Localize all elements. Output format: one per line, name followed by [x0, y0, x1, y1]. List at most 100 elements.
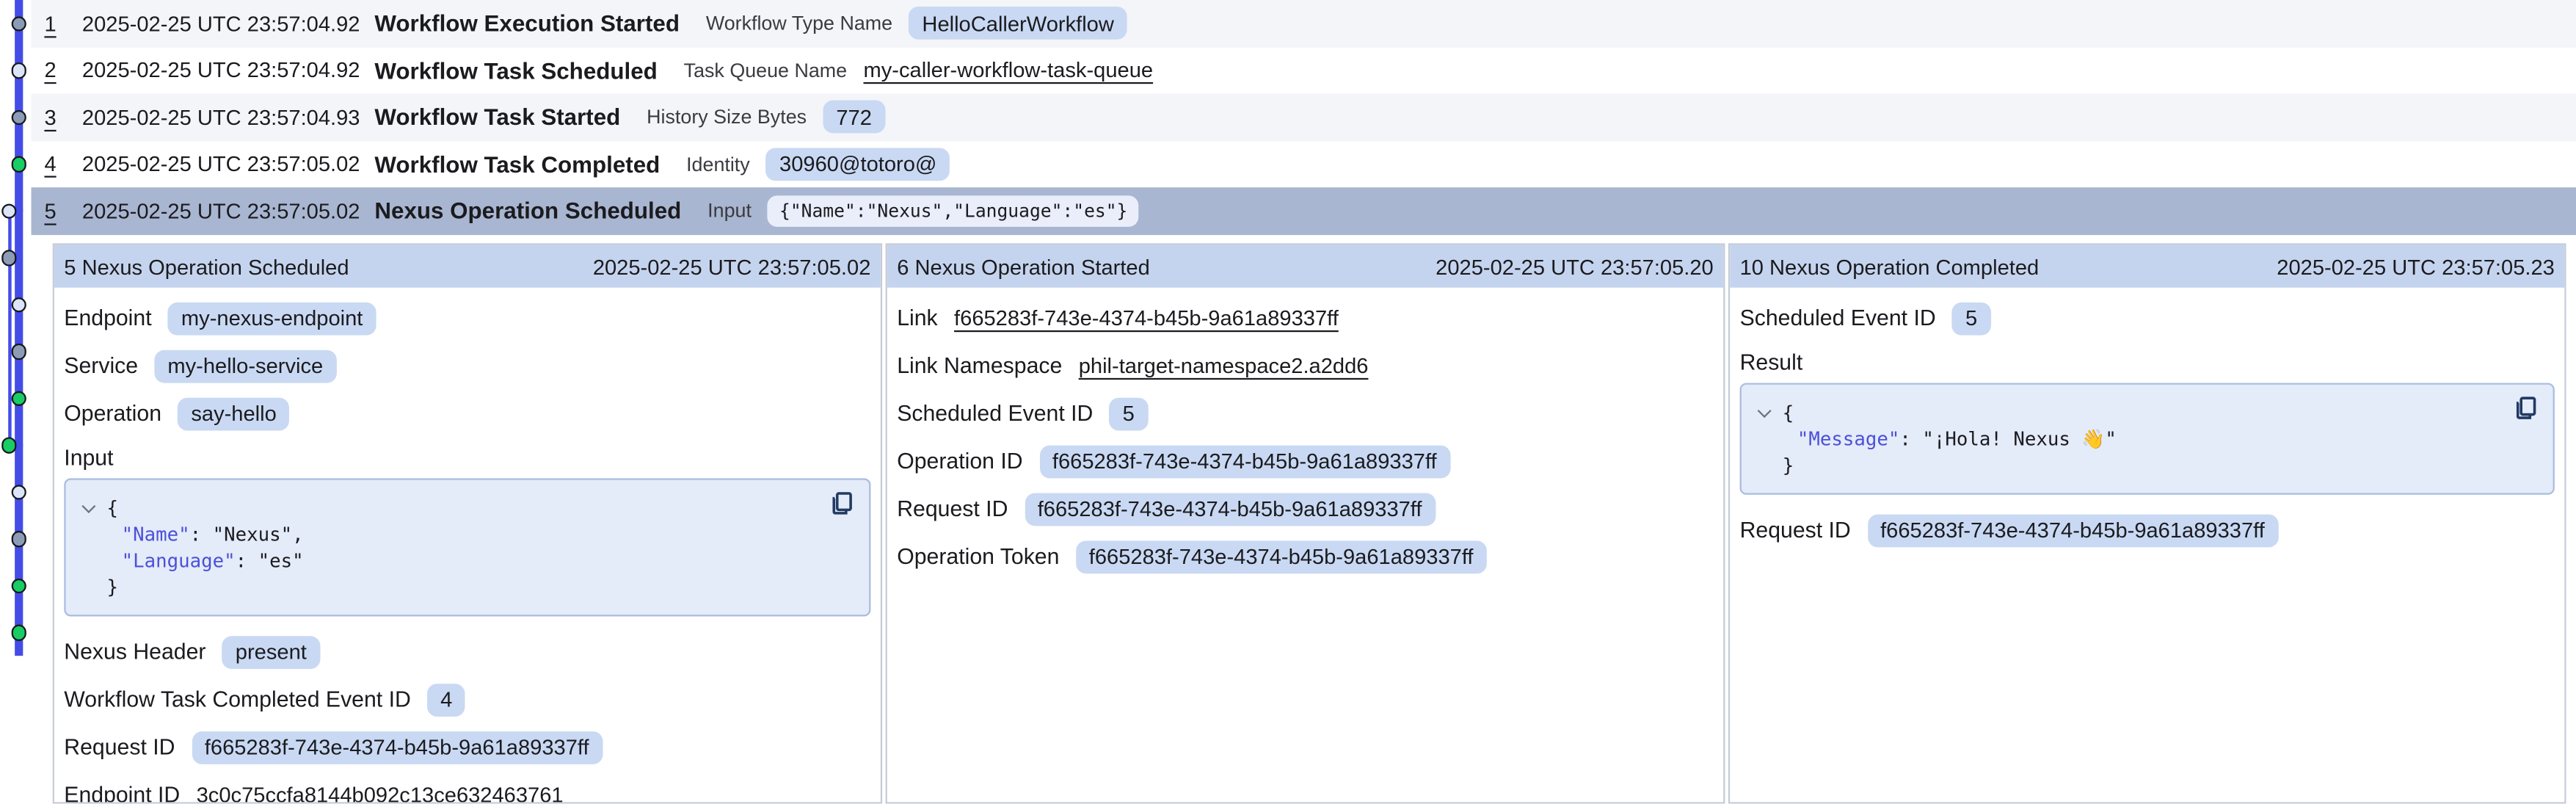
json-key: "Language": [122, 549, 236, 572]
json-code-block: {"Message": "¡Hola! Nexus 👋"}: [1740, 383, 2555, 495]
event-row[interactable]: 32025-02-25 UTC 23:57:04.93Workflow Task…: [32, 94, 2576, 141]
event-id-link[interactable]: 3: [44, 105, 67, 130]
panel-body: Scheduled Event ID 5 Result {"Message": "¡H…: [1730, 288, 2564, 548]
field-value-badge: 5: [1952, 302, 1990, 335]
panel-body: Linkf665283f-743e-4374-b45b-9a61a89337ff…: [887, 288, 1723, 573]
collapse-chevron-icon[interactable]: [81, 499, 95, 513]
event-timestamp: 2025-02-25 UTC 23:57:05.02: [82, 152, 374, 177]
code-line: "Message": "¡Hola! Nexus 👋": [1758, 426, 2536, 452]
json-key: "Name": [122, 523, 190, 546]
field-value-link[interactable]: phil-target-namespace2.a2dd6: [1079, 353, 1369, 378]
field-value-badge: my-hello-service: [154, 350, 336, 383]
detail-field-row: Request ID f665283f-743e-4374-b45b-9a61a8…: [897, 491, 1714, 526]
event-graph-timeline: [0, 0, 32, 804]
json-key: "Message": [1797, 427, 1899, 450]
copy-icon[interactable]: [828, 490, 856, 518]
event-attribute-label: Task Queue Name: [684, 59, 847, 82]
event-detail-panel-header: 6 Nexus Operation Started 2025-02-25 UTC …: [887, 245, 1723, 288]
field-label: Request ID: [64, 735, 175, 760]
event-timestamp: 2025-02-25 UTC 23:57:04.92: [82, 11, 374, 36]
event-row[interactable]: 2 2025-02-25 UTC 23:57:04.92Workflow Task…: [32, 47, 2576, 94]
event-history-view: 1 2025-02-25 UTC 23:57:04.92Workflow Exec…: [0, 0, 2576, 804]
detail-field-row: Linkf665283f-743e-4374-b45b-9a61a89337ff: [897, 301, 1714, 336]
field-label: Scheduled Event ID: [1740, 305, 1936, 330]
panel-title: 6 Nexus Operation Started: [897, 254, 1150, 279]
field-label: Workflow Task Completed Event ID: [64, 687, 411, 712]
field-label: Service: [64, 353, 138, 378]
field-label: Request ID: [897, 496, 1008, 521]
event-status-dot: [11, 109, 26, 125]
event-id-link[interactable]: 2: [44, 58, 67, 83]
field-value-link[interactable]: 3c0c75ccfa8144b092c13ce632463761: [197, 783, 564, 804]
event-timestamp: 2025-02-25 UTC 23:57:05.02: [82, 198, 374, 223]
event-attribute-label: History Size Bytes: [647, 106, 807, 128]
event-status-dot: [11, 62, 26, 78]
field-value-badge: f665283f-743e-4374-b45b-9a61a89337ff: [192, 731, 603, 764]
detail-field-row: Scheduled Event ID 5: [1740, 301, 2555, 336]
detail-field-row: Endpoint my-nexus-endpoint: [64, 301, 870, 336]
event-id-link[interactable]: 5: [44, 198, 67, 223]
panel-timestamp: 2025-02-25 UTC 23:57:05.23: [2277, 254, 2555, 279]
detail-field-row: Operation Tokenf665283f-743e-4374-b45b-9…: [897, 539, 1714, 573]
detail-field-row: Endpoint ID 3c0c75ccfa8144b092c13ce632463…: [64, 778, 870, 804]
code-line: "Language": "es": [82, 547, 853, 573]
event-status-dot: [11, 484, 26, 499]
event-name: Workflow Task Completed: [374, 151, 660, 177]
event-name: Nexus Operation Scheduled: [374, 198, 681, 224]
event-status-dot: [11, 156, 26, 172]
field-value-badge: 4: [427, 683, 465, 716]
panel-body: Endpoint my-nexus-endpoint Service my-hello…: [54, 288, 881, 804]
event-attribute-link[interactable]: my-caller-workflow-task-queue: [864, 58, 1154, 83]
panel-timestamp: 2025-02-25 UTC 23:57:05.02: [593, 254, 871, 279]
field-value-badge: f665283f-743e-4374-b45b-9a61a89337ff: [1867, 514, 2278, 547]
code-line: }: [1758, 452, 2536, 479]
field-value-badge: f665283f-743e-4374-b45b-9a61a89337ff: [1025, 492, 1436, 525]
event-timestamp: 2025-02-25 UTC 23:57:04.92: [82, 58, 374, 83]
detail-field-row: Service my-hello-service: [64, 349, 870, 383]
copy-icon[interactable]: [2512, 394, 2540, 422]
field-value-badge: my-nexus-endpoint: [168, 302, 376, 335]
field-label: Link Namespace: [897, 353, 1062, 378]
detail-field-row: Scheduled Event ID5: [897, 396, 1714, 430]
json-code-block: {"Name": "Nexus","Language": "es"}: [64, 478, 870, 616]
collapse-chevron-icon[interactable]: [1758, 404, 1772, 418]
code-line: {: [1758, 399, 2536, 426]
event-row[interactable]: 4 2025-02-25 UTC 23:57:05.02Workflow Task…: [32, 140, 2576, 187]
field-label: Request ID: [1740, 518, 1851, 543]
event-detail-panel-header: 5 Nexus Operation Scheduled 2025-02-25 UT…: [54, 245, 881, 288]
event-detail-panel: 10 Nexus Operation Completed 2025-02-25 U…: [1728, 243, 2566, 803]
field-value-badge: f665283f-743e-4374-b45b-9a61a89337ff: [1039, 445, 1450, 478]
event-name: Workflow Task Scheduled: [374, 57, 657, 84]
panel-title: 10 Nexus Operation Completed: [1740, 254, 2040, 279]
event-row[interactable]: 1 2025-02-25 UTC 23:57:04.92Workflow Exec…: [32, 0, 2576, 47]
event-attribute-badge: {"Name":"Nexus","Language":"es"}: [768, 195, 1139, 227]
code-line: "Name": "Nexus",: [82, 521, 853, 548]
field-label: Nexus Header: [64, 640, 205, 664]
code-line: }: [82, 573, 853, 600]
panel-title: 5 Nexus Operation Scheduled: [64, 254, 349, 279]
field-label: Result: [1740, 350, 2555, 375]
field-label: Endpoint: [64, 305, 151, 330]
event-attribute-badge: 30960@totoro@: [766, 148, 950, 181]
event-row[interactable]: 5 2025-02-25 UTC 23:57:05.02Nexus Operati…: [32, 187, 2576, 234]
field-value-badge: 5: [1110, 397, 1148, 430]
event-status-dot: [11, 297, 26, 312]
detail-field-row: Operation IDf665283f-743e-4374-b45b-9a61…: [897, 443, 1714, 478]
event-name: Workflow Execution Started: [374, 10, 680, 37]
detail-field-row: Nexus Headerpresent: [64, 634, 870, 669]
event-attribute-badge: 772: [823, 101, 884, 134]
event-status-dot: [11, 391, 26, 406]
event-id-link[interactable]: 4: [44, 152, 67, 177]
field-value-link[interactable]: f665283f-743e-4374-b45b-9a61a89337ff: [954, 305, 1339, 330]
event-history-table: 1 2025-02-25 UTC 23:57:04.92Workflow Exec…: [32, 0, 2576, 234]
event-attribute-label: Workflow Type Name: [706, 12, 892, 35]
field-value-badge: say-hello: [178, 397, 289, 430]
event-timestamp: 2025-02-25 UTC 23:57:04.93: [82, 105, 374, 130]
timeline-branch-line: [7, 211, 11, 446]
field-label: Operation: [64, 401, 161, 426]
event-detail-panels: 5 Nexus Operation Scheduled 2025-02-25 UT…: [53, 243, 2566, 803]
field-label: Input: [64, 446, 870, 471]
field-label: Endpoint ID: [64, 783, 180, 804]
event-id-link[interactable]: 1: [44, 11, 67, 36]
panel-timestamp: 2025-02-25 UTC 23:57:05.20: [1436, 254, 1714, 279]
